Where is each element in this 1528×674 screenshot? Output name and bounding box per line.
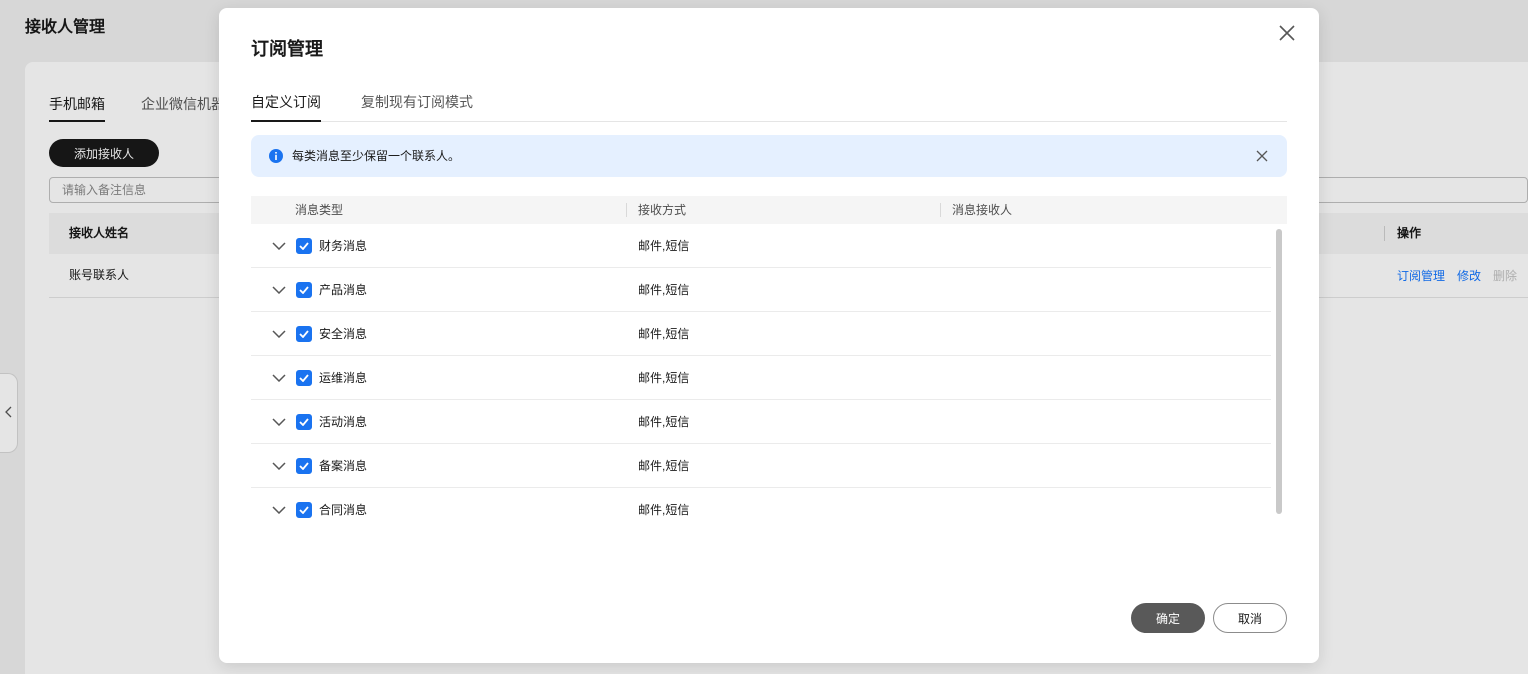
info-alert: 每类消息至少保留一个联系人。 bbox=[251, 135, 1287, 177]
tab-copy-existing-mode[interactable]: 复制现有订阅模式 bbox=[361, 88, 473, 121]
table-row: 运维消息 邮件,短信 bbox=[251, 356, 1271, 400]
receive-method: 邮件,短信 bbox=[638, 283, 690, 297]
receive-method: 邮件,短信 bbox=[638, 503, 690, 517]
table-scrollbar[interactable] bbox=[1276, 229, 1282, 514]
message-type-checkbox[interactable] bbox=[296, 458, 312, 474]
column-header-receive-method: 接收方式 bbox=[638, 203, 687, 217]
dialog-title: 订阅管理 bbox=[251, 39, 323, 59]
column-header-recipients: 消息接收人 bbox=[952, 203, 1013, 217]
message-type-checkbox[interactable] bbox=[296, 238, 312, 254]
message-type-checkbox[interactable] bbox=[296, 326, 312, 342]
message-type-label: 活动消息 bbox=[319, 415, 368, 429]
table-body: 财务消息 邮件,短信 产品消息 邮件,短信 安全消息 邮件,短信 运维消息 邮件… bbox=[251, 224, 1271, 532]
table-row: 活动消息 邮件,短信 bbox=[251, 400, 1271, 444]
alert-close-icon[interactable] bbox=[1256, 150, 1268, 162]
table-row: 安全消息 邮件,短信 bbox=[251, 312, 1271, 356]
message-type-table: 消息类型 接收方式 消息接收人 财务消息 邮件,短信 产品消息 邮件,短信 安全… bbox=[251, 196, 1287, 532]
dialog-close-icon[interactable] bbox=[1278, 24, 1296, 42]
chevron-down-icon[interactable] bbox=[272, 462, 286, 470]
receive-method: 邮件,短信 bbox=[638, 327, 690, 341]
chevron-down-icon[interactable] bbox=[272, 506, 286, 514]
message-type-checkbox[interactable] bbox=[296, 502, 312, 518]
message-type-checkbox[interactable] bbox=[296, 282, 312, 298]
message-type-checkbox[interactable] bbox=[296, 414, 312, 430]
table-row: 备案消息 邮件,短信 bbox=[251, 444, 1271, 488]
column-header-message-type: 消息类型 bbox=[295, 203, 344, 217]
table-row: 合同消息 邮件,短信 bbox=[251, 488, 1271, 532]
message-type-label: 财务消息 bbox=[319, 239, 368, 253]
table-row: 财务消息 邮件,短信 bbox=[251, 224, 1271, 268]
chevron-down-icon[interactable] bbox=[272, 242, 286, 250]
chevron-down-icon[interactable] bbox=[272, 374, 286, 382]
table-header: 消息类型 接收方式 消息接收人 bbox=[251, 196, 1287, 224]
message-type-checkbox[interactable] bbox=[296, 370, 312, 386]
info-icon bbox=[269, 149, 283, 163]
message-type-label: 产品消息 bbox=[319, 283, 368, 297]
cancel-button[interactable]: 取消 bbox=[1213, 603, 1287, 633]
receive-method: 邮件,短信 bbox=[638, 371, 690, 385]
tab-custom-subscription[interactable]: 自定义订阅 bbox=[251, 88, 321, 122]
message-type-label: 备案消息 bbox=[319, 459, 368, 473]
receive-method: 邮件,短信 bbox=[638, 459, 690, 473]
receive-method: 邮件,短信 bbox=[638, 415, 690, 429]
message-type-label: 安全消息 bbox=[319, 327, 368, 341]
chevron-down-icon[interactable] bbox=[272, 286, 286, 294]
column-divider bbox=[626, 203, 627, 217]
dialog-tabs: 自定义订阅 复制现有订阅模式 bbox=[251, 88, 1287, 122]
confirm-button[interactable]: 确定 bbox=[1131, 603, 1205, 633]
alert-message: 每类消息至少保留一个联系人。 bbox=[292, 149, 461, 163]
chevron-down-icon[interactable] bbox=[272, 330, 286, 338]
receive-method: 邮件,短信 bbox=[638, 239, 690, 253]
column-divider bbox=[940, 203, 941, 217]
subscription-dialog: 订阅管理 自定义订阅 复制现有订阅模式 每类消息至少保留一个联系人。 消息类型 bbox=[219, 8, 1319, 663]
message-type-label: 运维消息 bbox=[319, 371, 368, 385]
message-type-label: 合同消息 bbox=[319, 503, 368, 517]
chevron-down-icon[interactable] bbox=[272, 418, 286, 426]
table-row: 产品消息 邮件,短信 bbox=[251, 268, 1271, 312]
